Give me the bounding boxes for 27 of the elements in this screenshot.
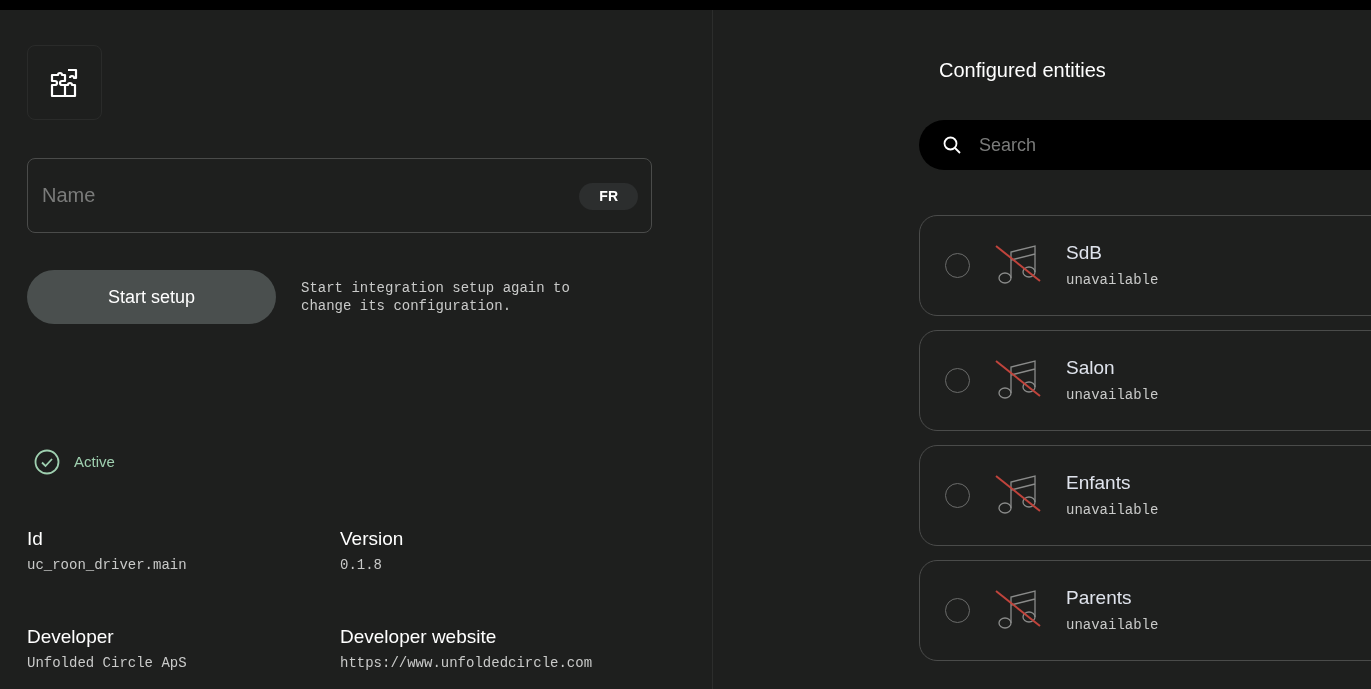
detail-label: Developer website — [340, 625, 498, 649]
detail-value: https://www.unfoldedcircle.com — [340, 654, 594, 673]
language-badge[interactable]: FR — [579, 183, 638, 210]
entity-state: unavailable — [1066, 385, 1159, 405]
detail-label: Id — [27, 527, 44, 551]
entity-card[interactable]: Parents unavailable — [919, 560, 1371, 661]
status-label: Active — [74, 451, 115, 472]
detail-value: uc_roon_driver.main — [27, 556, 188, 575]
entity-name: SdB — [1066, 240, 1103, 265]
entity-state: unavailable — [1066, 615, 1159, 635]
search-icon — [943, 136, 961, 154]
entity-state: unavailable — [1066, 500, 1159, 520]
entity-card[interactable]: SdB unavailable — [919, 215, 1371, 316]
entity-name: Parents — [1066, 585, 1133, 610]
detail-label: Version — [340, 527, 405, 551]
entity-state: unavailable — [1066, 270, 1159, 290]
search-field[interactable]: Search — [919, 120, 1371, 170]
entity-name: Salon — [1066, 355, 1116, 380]
entity-name: Enfants — [1066, 470, 1132, 495]
detail-value: Unfolded Circle ApS — [27, 654, 188, 673]
entity-card[interactable]: Salon unavailable — [919, 330, 1371, 431]
start-setup-button[interactable]: Start setup — [27, 270, 276, 324]
detail-label: Developer — [27, 625, 115, 649]
section-title: Configured entities — [938, 58, 1107, 82]
setup-hint: Start integration setup again to change its configuration. — [301, 279, 571, 315]
entity-card[interactable]: Enfants unavailable — [919, 445, 1371, 546]
detail-value: 0.1.8 — [340, 556, 383, 575]
